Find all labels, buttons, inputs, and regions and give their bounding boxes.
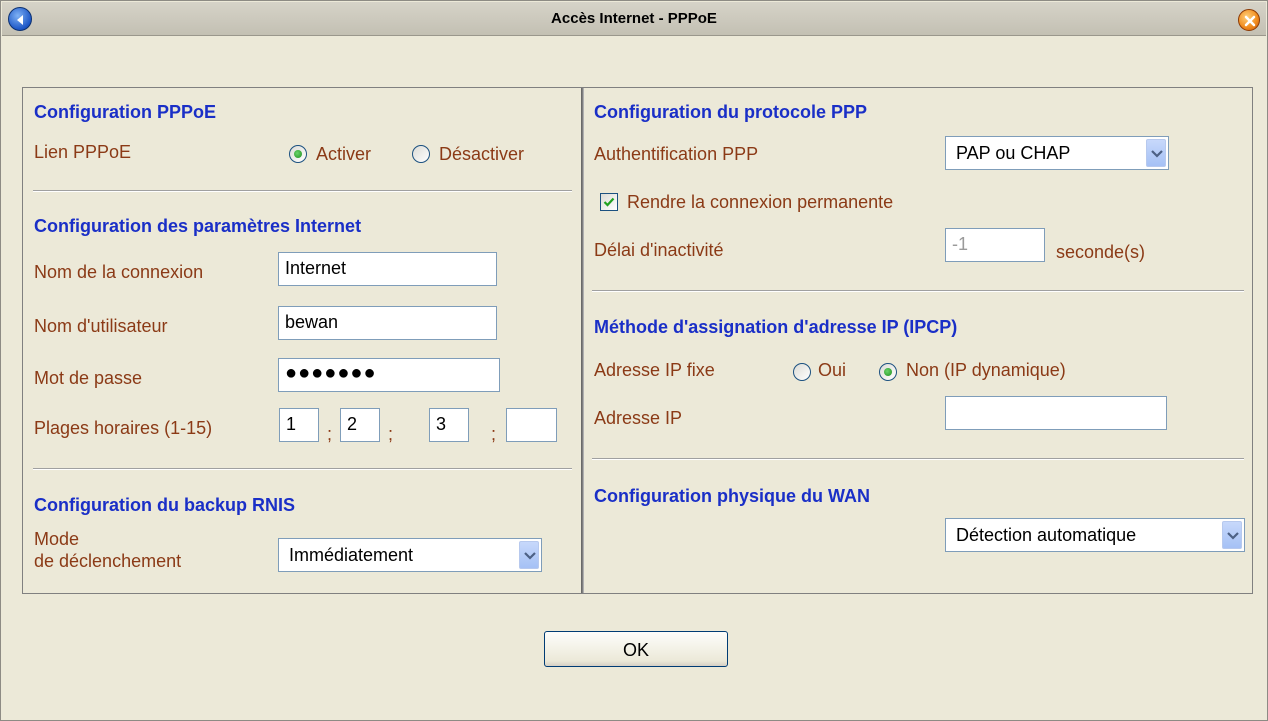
wan-heading: Configuration physique du WAN xyxy=(594,486,870,506)
schedule-input-3[interactable]: 3 xyxy=(429,408,469,442)
section-divider xyxy=(33,190,572,192)
schedule-input-4[interactable] xyxy=(506,408,557,442)
ppp-auth-select[interactable]: PAP ou CHAP xyxy=(945,136,1169,170)
backup-mode-label-line1: Mode xyxy=(34,529,80,549)
wan-mode-value: Détection automatique xyxy=(956,525,1137,545)
internet-heading: Configuration des paramètres Internet xyxy=(34,216,362,236)
column-divider xyxy=(581,88,584,593)
pppoe-link-label: Lien PPPoE xyxy=(34,142,132,162)
password-input[interactable]: ●●●●●●● xyxy=(278,358,500,392)
password-label: Mot de passe xyxy=(34,368,143,388)
username-label: Nom d'utilisateur xyxy=(34,316,168,336)
ppp-auth-value: PAP ou CHAP xyxy=(956,143,1071,163)
section-divider xyxy=(33,468,572,470)
settings-panel: Configuration PPPoE Lien PPPoE Activer D… xyxy=(22,87,1253,594)
ppp-auth-label: Authentification PPP xyxy=(594,144,759,164)
backup-mode-label-line2: de déclenchement xyxy=(34,551,182,571)
chevron-down-icon[interactable] xyxy=(1146,139,1166,167)
backup-mode-select[interactable]: Immédiatement xyxy=(278,538,542,572)
backup-mode-value: Immédiatement xyxy=(289,545,414,565)
backup-heading: Configuration du backup RNIS xyxy=(34,495,295,515)
schedule-separator: ; xyxy=(388,424,394,444)
backup-mode-label: Mode de déclenchement xyxy=(34,528,181,572)
idle-delay-label: Délai d'inactivité xyxy=(594,240,724,260)
fixed-ip-no-radio[interactable] xyxy=(879,363,897,381)
idle-delay-unit: seconde(s) xyxy=(1056,242,1146,262)
connection-name-label: Nom de la connexion xyxy=(34,262,204,282)
close-x-icon[interactable] xyxy=(1238,9,1260,31)
pppoe-deactivate-radio[interactable] xyxy=(412,145,430,163)
ipcp-heading: Méthode d'assignation d'adresse IP (IPCP… xyxy=(594,317,958,337)
permanent-connection-label[interactable]: Rendre la connexion permanente xyxy=(627,192,893,213)
connection-name-input[interactable]: Internet xyxy=(278,252,497,286)
ip-address-input[interactable] xyxy=(945,396,1167,430)
fixed-ip-label: Adresse IP fixe xyxy=(594,360,715,380)
wan-mode-select[interactable]: Détection automatique xyxy=(945,518,1245,552)
chevron-down-icon[interactable] xyxy=(519,541,539,569)
pppoe-heading: Configuration PPPoE xyxy=(34,102,216,122)
section-divider xyxy=(592,290,1244,292)
ppp-heading: Configuration du protocole PPP xyxy=(594,102,867,122)
username-input[interactable]: bewan xyxy=(278,306,497,340)
pppoe-activate-label[interactable]: Activer xyxy=(316,144,371,165)
schedule-input-1[interactable]: 1 xyxy=(279,408,319,442)
section-divider xyxy=(592,458,1244,460)
schedule-label: Plages horaires (1-15) xyxy=(34,418,213,438)
ip-address-label: Adresse IP xyxy=(594,408,683,428)
idle-delay-input[interactable]: -1 xyxy=(945,228,1045,262)
title-bar: Accès Internet - PPPoE xyxy=(2,2,1266,36)
schedule-input-2[interactable]: 2 xyxy=(340,408,380,442)
fixed-ip-yes-label[interactable]: Oui xyxy=(818,360,846,381)
fixed-ip-yes-radio[interactable] xyxy=(793,363,811,381)
ok-button[interactable]: OK xyxy=(544,631,728,667)
chevron-down-icon[interactable] xyxy=(1222,521,1242,549)
fixed-ip-no-label[interactable]: Non (IP dynamique) xyxy=(906,360,1066,381)
schedule-separator: ; xyxy=(327,424,333,444)
window-title: Accès Internet - PPPoE xyxy=(551,10,717,27)
schedule-separator: ; xyxy=(491,424,497,444)
permanent-connection-checkbox[interactable] xyxy=(600,193,618,211)
pppoe-activate-radio[interactable] xyxy=(289,145,307,163)
dialog-window: Accès Internet - PPPoE Configuration PPP… xyxy=(0,0,1268,721)
pppoe-deactivate-label[interactable]: Désactiver xyxy=(439,144,524,165)
